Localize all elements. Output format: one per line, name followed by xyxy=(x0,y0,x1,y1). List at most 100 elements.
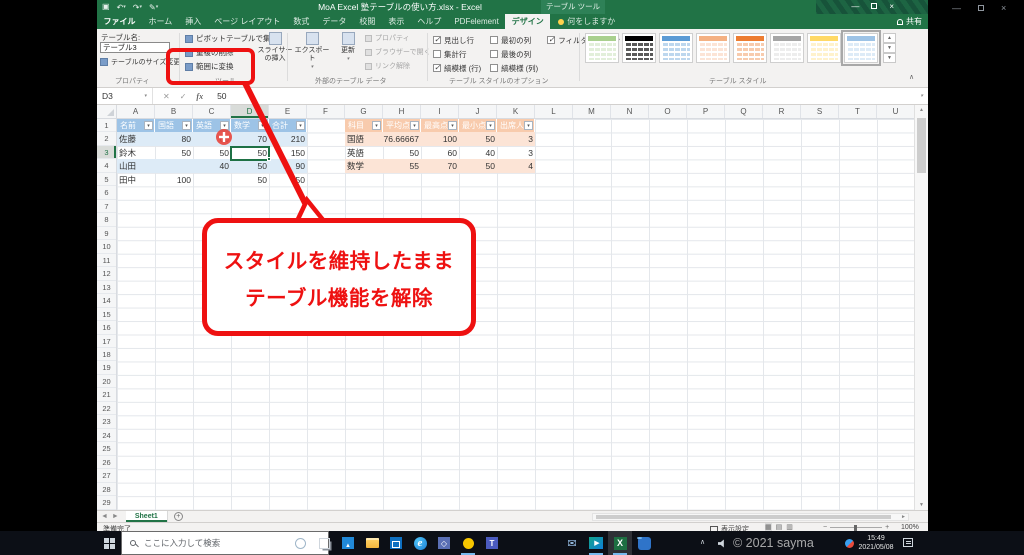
table-style-swatch[interactable] xyxy=(696,33,730,63)
ribbon-small-button[interactable]: リンク解除 xyxy=(365,61,431,71)
ribbon-tab[interactable]: ファイル xyxy=(97,14,142,29)
outer-close-button[interactable]: × xyxy=(1001,3,1006,13)
row-header[interactable]: 9 xyxy=(97,227,116,241)
hidden-icons-chevron-icon[interactable]: ∧ xyxy=(700,531,705,555)
row-header[interactable]: 26 xyxy=(97,456,116,470)
row-header[interactable]: 20 xyxy=(97,375,116,389)
outer-minimize-button[interactable]: — xyxy=(952,3,961,13)
qat-customize-icon[interactable]: ✎▾ xyxy=(149,1,158,14)
mail-icon[interactable] xyxy=(560,531,584,555)
row-header[interactable]: 23 xyxy=(97,415,116,429)
row-header[interactable]: 2 xyxy=(97,132,116,146)
ribbon-tab[interactable]: ホーム xyxy=(142,14,179,29)
ribbon-button[interactable]: 重複の削除 xyxy=(185,47,234,58)
teams-icon[interactable] xyxy=(480,531,504,555)
row-header[interactable]: 12 xyxy=(97,267,116,281)
cell[interactable]: 55 xyxy=(383,159,421,172)
row-header[interactable]: 3 xyxy=(97,145,116,160)
undo-icon[interactable]: ↶▾ xyxy=(117,1,126,14)
table-header-cell[interactable]: 最小点 ▾ xyxy=(459,119,497,133)
column-header[interactable]: C xyxy=(193,105,231,118)
column-header[interactable]: K xyxy=(497,105,535,118)
row-header[interactable]: 18 xyxy=(97,348,116,362)
cell[interactable]: 3 xyxy=(497,146,535,159)
tray-app-icon[interactable] xyxy=(845,539,854,548)
row-header[interactable]: 29 xyxy=(97,496,116,510)
ribbon-tab[interactable]: デザイン xyxy=(505,14,551,29)
scroll-up-icon[interactable]: ▲ xyxy=(915,105,928,115)
cell[interactable]: 90 xyxy=(269,159,307,172)
row-header[interactable]: 25 xyxy=(97,442,116,456)
share-button[interactable]: 共有 xyxy=(897,14,922,29)
column-header[interactable]: P xyxy=(687,105,725,118)
row-header[interactable]: 22 xyxy=(97,402,116,416)
close-button[interactable]: × xyxy=(889,0,894,13)
cell[interactable]: 鈴木 xyxy=(117,146,155,159)
gallery-down-icon[interactable]: ▼ xyxy=(883,43,896,53)
cell[interactable]: 100 xyxy=(155,173,193,186)
cancel-icon[interactable]: ✕ xyxy=(163,92,170,101)
filter-icon[interactable]: ▾ xyxy=(372,121,381,131)
cell[interactable]: 佐藤 xyxy=(117,132,155,145)
cell[interactable]: 50 xyxy=(383,146,421,159)
column-header[interactable]: U xyxy=(877,105,915,118)
name-box[interactable]: D3 ▾ xyxy=(97,88,153,104)
gallery-up-icon[interactable]: ▲ xyxy=(883,33,896,43)
selected-cell[interactable] xyxy=(230,145,271,161)
export-button[interactable]: エクスポート ▾ xyxy=(293,32,331,71)
filter-icon[interactable]: ▾ xyxy=(524,121,533,131)
photos-icon[interactable] xyxy=(336,531,360,555)
column-header[interactable]: F xyxy=(307,105,345,118)
column-header[interactable]: M xyxy=(573,105,611,118)
table-header-cell[interactable]: 最高点 ▾ xyxy=(421,119,459,133)
style-option-checkbox[interactable]: 最後の列 xyxy=(490,49,538,60)
cell[interactable]: 76.66667 xyxy=(383,132,421,145)
fill-handle[interactable] xyxy=(266,157,271,161)
column-header[interactable]: R xyxy=(763,105,801,118)
ribbon-small-button[interactable]: プロパティ xyxy=(365,33,431,43)
cell[interactable]: 50 xyxy=(459,132,497,145)
cell[interactable]: 50 xyxy=(193,146,231,159)
task-view-icon[interactable] xyxy=(312,531,336,555)
table-style-swatch[interactable] xyxy=(622,33,656,63)
row-header[interactable]: 4 xyxy=(97,159,116,173)
page-break-view-icon[interactable]: ▥ xyxy=(786,523,793,531)
cell[interactable] xyxy=(193,173,231,186)
outer-maximize-button[interactable] xyxy=(978,5,984,11)
formula-input[interactable]: 50 xyxy=(217,91,226,101)
cell[interactable]: 英語 xyxy=(345,146,383,159)
table-style-swatch[interactable] xyxy=(807,33,841,63)
page-layout-view-icon[interactable]: ▤ xyxy=(776,523,783,531)
cell[interactable]: 70 xyxy=(231,132,269,145)
column-header[interactable]: G xyxy=(345,105,383,118)
row-header[interactable]: 14 xyxy=(97,294,116,308)
cell[interactable]: 田中 xyxy=(117,173,155,186)
enter-icon[interactable]: ✓ xyxy=(180,92,187,101)
cell[interactable]: 数学 xyxy=(345,159,383,172)
ribbon-tab[interactable]: ヘルプ xyxy=(411,14,448,29)
zoom-slider-thumb[interactable] xyxy=(854,524,857,531)
cell[interactable]: 3 xyxy=(497,132,535,145)
filter-icon[interactable]: ▾ xyxy=(258,121,267,131)
cell[interactable]: 150 xyxy=(269,173,307,186)
table-style-swatch[interactable] xyxy=(841,30,881,66)
row-header[interactable]: 8 xyxy=(97,213,116,227)
table-header-cell[interactable]: 名前 ▾ xyxy=(117,119,155,133)
gallery-more-icon[interactable]: ▼ xyxy=(883,53,896,63)
table-header-cell[interactable]: 合計 ▾ xyxy=(269,119,307,133)
row-header[interactable]: 6 xyxy=(97,186,116,200)
column-header[interactable]: H xyxy=(383,105,421,118)
row-header[interactable]: 21 xyxy=(97,388,116,402)
redo-icon[interactable]: ↷▾ xyxy=(133,1,142,14)
row-header[interactable]: 1 xyxy=(97,119,116,133)
row-header[interactable]: 16 xyxy=(97,321,116,335)
normal-view-icon[interactable]: ▦ xyxy=(765,523,772,531)
table-header-cell[interactable]: 平均点 ▾ xyxy=(383,119,421,133)
speaker-icon[interactable] xyxy=(718,539,724,548)
column-header[interactable]: J xyxy=(459,105,497,118)
table-name-input[interactable] xyxy=(100,42,170,53)
style-option-checkbox[interactable]: 集計行 xyxy=(433,49,481,60)
row-header[interactable]: 15 xyxy=(97,308,116,322)
store-icon[interactable] xyxy=(384,531,408,555)
horizontal-scroll-thumb[interactable] xyxy=(596,515,891,519)
